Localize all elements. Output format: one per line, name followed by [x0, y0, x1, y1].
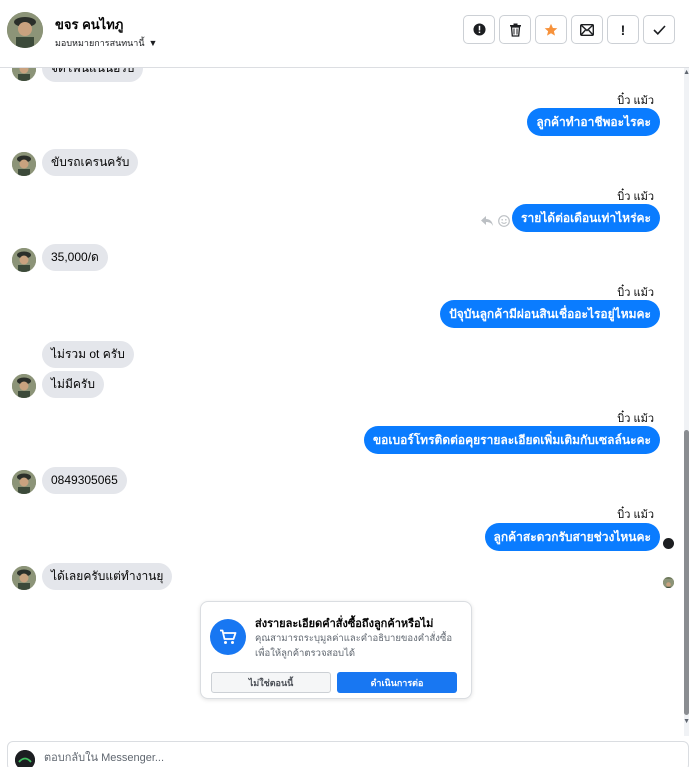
outgoing-message: ลูกค้าทำอาชีพอะไรคะ	[527, 108, 660, 136]
cart-icon	[210, 619, 246, 655]
outgoing-message: ลูกค้าสะดวกรับสายช่วงไหนคะ	[484, 523, 660, 551]
star-button[interactable]	[535, 15, 567, 44]
incoming-message: ได้เลยครับแต่ทำงานยุ	[42, 563, 173, 590]
order-details-prompt: ส่งรายละเอียดคำสั่งซื้อถึงลูกค้าหรือไม่ …	[200, 601, 472, 699]
react-emoji-icon[interactable]	[498, 215, 510, 227]
contact-avatar-small	[12, 152, 36, 176]
not-now-button[interactable]: ไม่ใช่ตอนนี้	[211, 672, 331, 693]
sender-name: บิ๋ว แม้ว	[617, 413, 654, 425]
star-icon	[544, 23, 558, 36]
sender-name: บิ๋ว แม้ว	[617, 509, 654, 521]
assign-label: มอบหมายการสนทนานี้	[55, 38, 145, 48]
alert-button[interactable]	[463, 15, 495, 44]
contact-avatar-small	[12, 566, 36, 590]
contact-avatar-small	[12, 374, 36, 398]
message-actions	[480, 215, 510, 227]
mark-unread-button[interactable]	[571, 15, 603, 44]
delete-button[interactable]	[499, 15, 531, 44]
follow-up-button[interactable]: !	[607, 15, 639, 44]
reply-icon[interactable]	[480, 215, 494, 227]
outgoing-message: ปัจุบันลูกค้ามีผ่อนสินเชื่ออะไรอยู่ไหมคะ	[440, 300, 660, 328]
scroll-down-arrow-icon[interactable]: ▼	[683, 718, 689, 725]
conversation-header: ขจร คนไทภู มอบหมายการสนทนานี้ ▼ !	[0, 0, 689, 68]
sender-name: บิ๋ว แม้ว	[617, 95, 654, 107]
exclamation-icon: !	[620, 21, 626, 38]
alert-circle-icon	[472, 23, 486, 36]
contact-avatar-small	[12, 470, 36, 494]
contact-avatar-small	[12, 68, 36, 81]
seen-avatar	[663, 577, 674, 588]
done-button[interactable]	[643, 15, 675, 44]
incoming-message: 0849305065	[42, 467, 127, 494]
check-icon	[652, 24, 666, 35]
continue-button[interactable]: ดำเนินการต่อ	[337, 672, 457, 693]
assign-conversation-dropdown[interactable]: มอบหมายการสนทนานี้ ▼	[55, 36, 157, 50]
incoming-message: ไม่มีครับ	[42, 371, 104, 398]
message-composer	[7, 741, 689, 767]
contact-name[interactable]: ขจร คนไทภู	[55, 14, 123, 35]
incoming-message: ขับรถเครนครับ	[42, 149, 139, 176]
sender-name: บิ๋ว แม้ว	[617, 287, 654, 299]
outgoing-message: รายได้ต่อเดือนเท่าไหร่คะ	[512, 204, 660, 232]
reply-input[interactable]	[44, 748, 604, 767]
scrollbar-thumb[interactable]	[684, 430, 689, 715]
sender-name: บิ๋ว แม้ว	[617, 191, 654, 203]
prompt-description: คุณสามารถระบุมูลค่าและคำอธิบายของคำสั่งซ…	[255, 633, 453, 659]
sent-status-icon	[663, 538, 674, 549]
outgoing-message: ขอเบอร์โทรติดต่อคุยรายละเอียดเพิ่มเติมกั…	[363, 426, 660, 454]
conversation-toolbar: !	[463, 15, 675, 44]
caret-down-icon: ▼	[148, 38, 158, 48]
scroll-up-arrow-icon[interactable]: ▲	[683, 69, 689, 76]
incoming-message: จดโฟนแนนอรบ	[42, 68, 144, 82]
contact-avatar[interactable]	[7, 12, 43, 48]
trash-icon	[509, 23, 521, 37]
contact-avatar-small	[12, 248, 36, 272]
prompt-title: ส่งรายละเอียดคำสั่งซื้อถึงลูกค้าหรือไม่	[255, 618, 434, 630]
page-avatar	[15, 750, 35, 767]
envelope-icon	[580, 23, 594, 36]
incoming-message: ไม่รวม ot ครับ	[42, 341, 134, 368]
incoming-message: 35,000/ด	[42, 244, 108, 271]
